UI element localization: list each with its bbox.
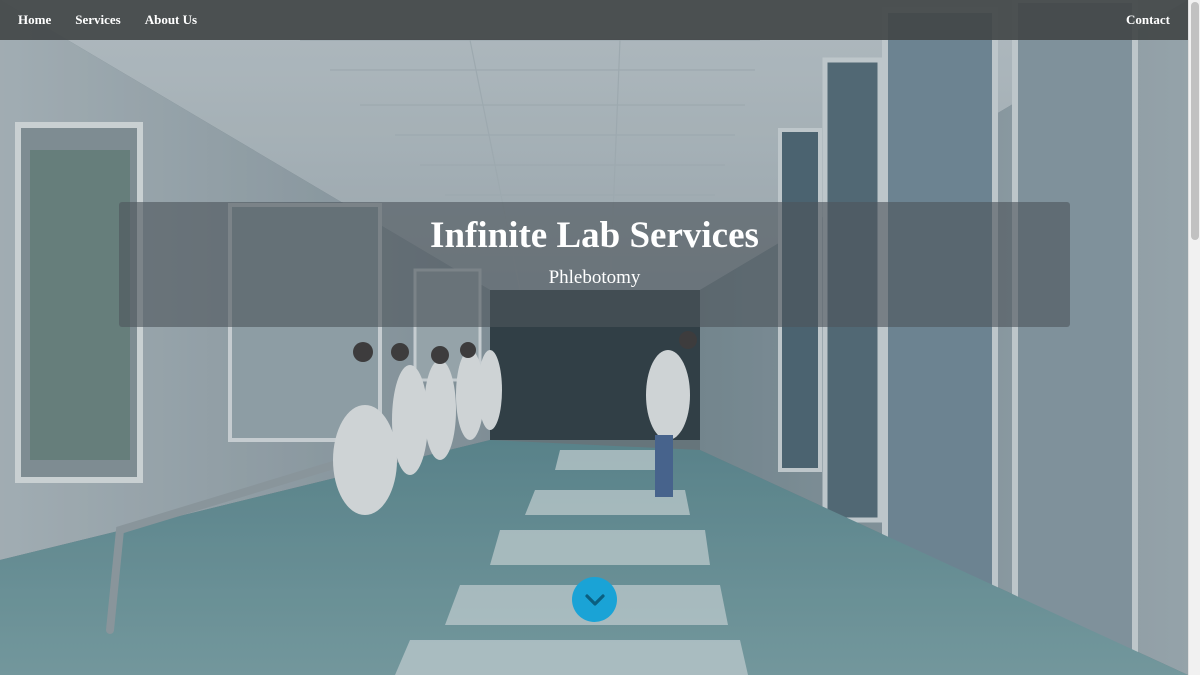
nav-link-about-us[interactable]: About Us — [145, 12, 197, 28]
nav-link-services[interactable]: Services — [75, 12, 120, 28]
nav-left-links: Home Services About Us — [18, 12, 221, 28]
vertical-scrollbar[interactable] — [1188, 0, 1200, 675]
page: Home Services About Us Contact Infinite … — [0, 0, 1200, 675]
hero-overlay — [0, 0, 1188, 675]
chevron-down-icon — [584, 593, 605, 606]
nav-link-home[interactable]: Home — [18, 12, 51, 28]
top-navbar: Home Services About Us Contact — [0, 0, 1188, 40]
site-title: Infinite Lab Services — [430, 215, 759, 256]
hero-title-banner: Infinite Lab Services Phlebotomy — [119, 202, 1070, 327]
site-subtitle: Phlebotomy — [548, 267, 641, 288]
scrollbar-thumb[interactable] — [1191, 2, 1199, 240]
nav-link-contact[interactable]: Contact — [1126, 12, 1170, 27]
scroll-down-button[interactable] — [572, 577, 617, 622]
nav-right-links: Contact — [1126, 11, 1170, 29]
